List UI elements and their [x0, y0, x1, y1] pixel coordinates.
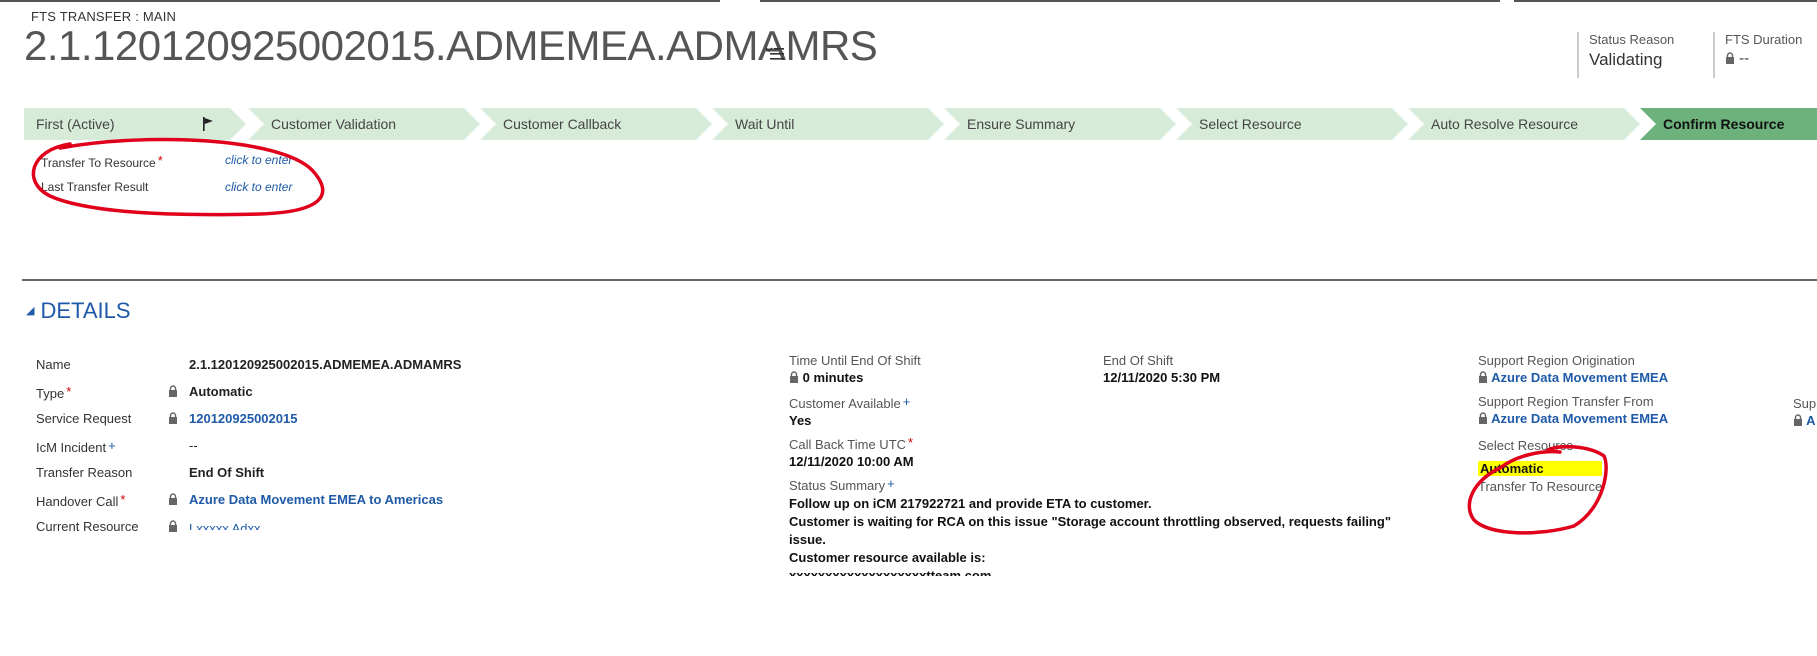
field-transfer-to-resource: Transfer To Resource --: [1478, 479, 1668, 502]
handover-call-link[interactable]: Azure Data Movement EMEA to Americas: [189, 492, 443, 507]
field-time-until-end-of-shift: Time Until End Of Shift 0 minutes: [789, 353, 1409, 394]
top-border: [0, 0, 1817, 2]
name-value[interactable]: 2.1.120120925002015.ADMEMEA.ADMAMRS: [189, 357, 461, 372]
process-bar: First (Active) Customer Validation Custo…: [24, 108, 1817, 140]
fts-duration-header-field: FTS Duration --: [1713, 32, 1802, 78]
field-label: Status Summary: [789, 478, 886, 493]
field-customer-available: Customer Available + Yes: [789, 394, 1409, 435]
status-reason-value: Validating: [1589, 50, 1663, 69]
transfer-from-link[interactable]: Azure Data Movement EMEA: [1491, 411, 1668, 426]
select-resource-value[interactable]: Automatic: [1478, 461, 1602, 476]
current-resource-link[interactable]: Lxxxxx Adxx: [189, 521, 261, 530]
collapse-triangle-icon: ◢: [26, 305, 35, 317]
field-label: Type: [36, 386, 65, 401]
field-label: Name: [36, 357, 71, 372]
fts-duration-value: --: [1739, 50, 1750, 67]
details-column-4: Support Region Origination Azure Data Mo…: [1478, 353, 1668, 502]
field-label: End Of Shift: [1103, 353, 1174, 368]
red-circle-stage-fields: [31, 137, 325, 217]
details-column-3: End Of Shift 12/11/2020 5:30 PM: [1103, 353, 1220, 385]
recommended-marker: +: [887, 476, 895, 491]
field-label: Current Resource: [36, 519, 139, 534]
time-until-value: 0 minutes: [802, 370, 864, 385]
lock-icon: [168, 384, 178, 399]
summary-line: Customer is waiting for RCA on this issu…: [789, 514, 1391, 547]
lock-icon: [1478, 411, 1488, 426]
field-label: Transfer To Resource: [1478, 479, 1603, 494]
field-label: Transfer To Resource: [41, 156, 156, 170]
stage-label: Wait Until: [735, 116, 795, 132]
record-title: 2.1.120120925002015.ADMEMEA.ADMAMRS: [24, 22, 878, 69]
lock-icon: [789, 370, 799, 385]
details-section-toggle[interactable]: ◢ DETAILS: [26, 298, 131, 324]
required-marker: *: [66, 384, 72, 399]
field-status-summary: Status Summary + Follow up on iCM 2179227…: [789, 476, 1409, 576]
details-column-5: Supp A: [1793, 396, 1817, 428]
field-label: Call Back Time UTC: [789, 437, 907, 452]
field-label: Handover Call: [36, 494, 119, 509]
last-transfer-result-input[interactable]: click to enter: [225, 180, 292, 194]
stage-label: Ensure Summary: [967, 116, 1076, 132]
lock-icon: [1478, 370, 1488, 385]
status-reason-header-field: Status Reason Validating: [1577, 32, 1674, 78]
field-support-region-origination: Support Region Origination Azure Data Mo…: [1478, 353, 1668, 394]
summary-line: xxxxxxxxxxxxxxxxxxxtteam.com: [789, 568, 992, 576]
fts-duration-label: FTS Duration: [1725, 32, 1803, 47]
field-label: Customer Available: [789, 396, 901, 411]
field-support-region-transfer-from: Support Region Transfer From Azure Data …: [1478, 394, 1668, 435]
service-request-link[interactable]: 120120925002015: [189, 411, 297, 426]
field-label: Service Request: [36, 411, 132, 426]
section-title: DETAILS: [40, 298, 131, 323]
section-divider: [22, 279, 1817, 281]
status-reason-label: Status Reason: [1589, 32, 1675, 47]
details-column-2: Time Until End Of Shift 0 minutes Custom…: [789, 353, 1409, 576]
field-label: Time Until End Of Shift: [789, 353, 921, 368]
transfer-to-resource-input[interactable]: click to enter: [225, 153, 292, 167]
field-call-back-time: Call Back Time UTC * 12/11/2020 10:00 AM: [789, 435, 1409, 476]
end-of-shift-value[interactable]: 12/11/2020 5:30 PM: [1103, 370, 1220, 385]
status-summary-textarea[interactable]: Follow up on iCM 217922721 and provide E…: [789, 495, 1409, 576]
required-marker: *: [908, 435, 914, 450]
recommended-marker: +: [108, 438, 116, 453]
field-select-resource: Select Resource: [1478, 438, 1668, 459]
required-marker: *: [157, 153, 163, 168]
type-value: Automatic: [189, 384, 253, 399]
lock-icon: [1725, 50, 1735, 67]
stage-label: Select Resource: [1199, 116, 1302, 132]
field-label: IcM Incident: [36, 440, 107, 455]
field-label: Support Region Transfer From: [1478, 394, 1654, 409]
field-label: Select Resource: [1478, 438, 1574, 453]
lock-icon: [1793, 413, 1803, 428]
field-label: Supp: [1793, 396, 1817, 411]
origination-link[interactable]: Azure Data Movement EMEA: [1491, 370, 1668, 385]
icm-incident-value[interactable]: --: [189, 438, 198, 453]
call-back-time-value[interactable]: 12/11/2020 10:00 AM: [789, 454, 1409, 469]
recommended-marker: +: [902, 394, 911, 409]
stage-label: Customer Callback: [503, 116, 622, 132]
stage-label: Confirm Resource: [1663, 116, 1785, 132]
required-marker: *: [120, 492, 126, 507]
form-selector-menu-icon[interactable]: [765, 44, 785, 67]
transfer-reason-value[interactable]: End Of Shift: [189, 465, 264, 480]
transfer-to-resource-value[interactable]: --: [1478, 496, 1668, 502]
lock-icon: [168, 519, 178, 534]
summary-line: Follow up on iCM 217922721 and provide E…: [789, 496, 1152, 511]
field-label: Last Transfer Result: [41, 180, 149, 194]
truncated-link[interactable]: A: [1806, 413, 1815, 428]
field-label: Support Region Origination: [1478, 353, 1635, 368]
field-label: Transfer Reason: [36, 465, 133, 480]
stage-label: Auto Resolve Resource: [1431, 116, 1579, 132]
customer-available-value[interactable]: Yes: [789, 413, 1409, 428]
lock-icon: [168, 492, 178, 507]
summary-line: Customer resource available is:: [789, 550, 986, 565]
stage-label: Customer Validation: [271, 116, 397, 132]
stage-label: First (Active): [36, 116, 115, 132]
lock-icon: [168, 411, 178, 426]
